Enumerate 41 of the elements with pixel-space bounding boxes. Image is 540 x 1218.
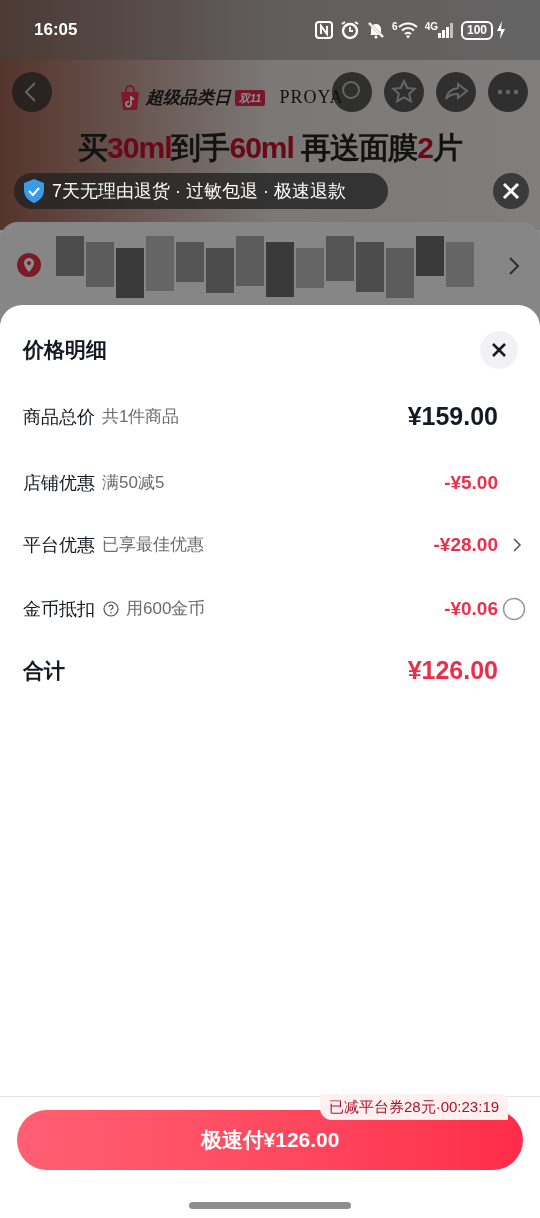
row-label: 金币抵扣: [23, 597, 95, 621]
radio-button[interactable]: [502, 597, 526, 621]
event-name: 超级品类日: [146, 86, 231, 109]
more-button[interactable]: [488, 72, 528, 112]
wifi-icon: [397, 22, 418, 38]
guarantee-text: 7天无理由退货 · 过敏包退 · 极速退款: [52, 179, 346, 203]
wifi-label: 6: [392, 22, 398, 32]
location-icon: [16, 252, 42, 278]
status-time: 16:05: [34, 19, 78, 42]
shopping-bag-icon: [118, 84, 142, 111]
signal-icon: [437, 22, 454, 38]
battery-level: 100: [460, 20, 493, 40]
share-button[interactable]: [436, 72, 476, 112]
row-label: 商品总价: [23, 405, 95, 429]
shield-check-icon: [22, 178, 46, 204]
chevron-right-icon: [508, 256, 520, 276]
row-detail: 已享最佳优惠: [102, 534, 204, 557]
row-amount: -¥0.06: [444, 596, 498, 621]
row-label: 店铺优惠: [23, 471, 95, 495]
coupon-timer-tag: 已减平台券28元·00:23:19: [320, 1094, 509, 1120]
alarm-icon: [340, 20, 361, 40]
headline: 买30ml到手60ml 再送面膜2片: [77, 130, 464, 166]
row-amount: -¥28.00: [433, 532, 498, 557]
row-detail: 共1件商品: [102, 406, 180, 429]
chevron-right-icon[interactable]: [512, 537, 522, 553]
network-label: 4G: [424, 22, 438, 32]
row-label: 平台优惠: [23, 533, 95, 557]
total-label: 合计: [23, 658, 65, 685]
muted-bell-icon: [367, 21, 386, 39]
nfc-icon: [315, 21, 334, 39]
back-button[interactable]: [12, 72, 52, 112]
favorite-button[interactable]: [384, 72, 424, 112]
help-icon[interactable]: [103, 601, 119, 617]
close-button[interactable]: [493, 173, 529, 209]
row-amount: -¥5.00: [444, 470, 498, 495]
sheet-title: 价格明细: [23, 337, 107, 364]
row-detail: 满50减5: [102, 472, 165, 495]
row-detail: 用600金币: [126, 598, 206, 621]
row-amount: ¥159.00: [407, 401, 498, 433]
total-amount: ¥126.00: [407, 655, 498, 687]
close-button[interactable]: [480, 331, 518, 369]
